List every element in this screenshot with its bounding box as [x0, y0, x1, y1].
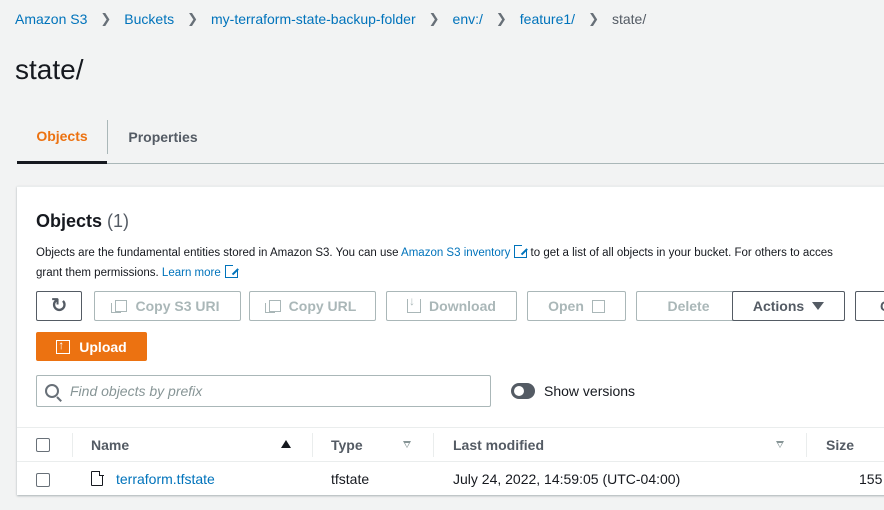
description-text: Objects are the fundamental entities sto… — [36, 247, 402, 259]
description-text-line2: grant them permissions. — [36, 267, 162, 279]
object-size: 155 — [859, 471, 883, 487]
object-type: tfstate — [331, 471, 370, 487]
breadcrumb-buckets[interactable]: Buckets — [124, 11, 174, 27]
download-icon — [407, 294, 422, 313]
external-link-icon — [514, 244, 529, 258]
upload-label: Upload — [79, 338, 127, 355]
delete-label: Delete — [667, 298, 710, 314]
objects-panel: Objects (1) Objects are the fundamental e… — [17, 186, 884, 495]
refresh-icon: ↻ — [50, 295, 68, 317]
create-folder-label: C — [880, 298, 884, 314]
column-divider — [433, 433, 434, 457]
row-checkbox[interactable] — [36, 473, 50, 487]
external-link-icon — [591, 299, 605, 313]
table-row: terraform.tfstate tfstate July 24, 2022,… — [17, 463, 884, 496]
chevron-right-icon: ❯ — [495, 11, 507, 26]
object-last-modified: July 24, 2022, 14:59:05 (UTC-04:00) — [453, 471, 681, 487]
upload-icon — [56, 338, 71, 354]
download-label: Download — [429, 298, 496, 314]
external-link-icon — [224, 264, 239, 278]
objects-panel-title: Objects (1) — [36, 211, 129, 232]
column-header-name[interactable]: Name — [91, 437, 129, 453]
chevron-right-icon: ❯ — [187, 11, 198, 26]
download-button[interactable]: Download — [386, 291, 517, 321]
delete-button[interactable]: Delete — [636, 291, 741, 321]
column-divider — [312, 433, 313, 457]
sort-ascending-icon[interactable] — [281, 440, 291, 448]
tab-bar: Objects Properties — [17, 111, 884, 164]
breadcrumb-current: state/ — [611, 11, 647, 27]
inventory-link[interactable]: Amazon S3 inventory — [401, 244, 529, 259]
show-versions-label: Show versions — [544, 383, 636, 399]
column-header-last-modified[interactable]: Last modified — [453, 437, 544, 453]
copy-s3-uri-button[interactable]: Copy S3 URI — [94, 291, 241, 321]
copy-url-label: Copy URL — [288, 298, 357, 314]
description-text-middle: to get a list of all objects in your buc… — [527, 247, 833, 259]
open-button[interactable]: Open — [527, 291, 626, 321]
sort-icon[interactable] — [403, 441, 412, 448]
refresh-button[interactable]: ↻ — [36, 291, 82, 321]
column-divider — [72, 433, 73, 457]
column-header-type[interactable]: Type — [331, 437, 363, 453]
copy-s3-uri-label: Copy S3 URI — [135, 298, 220, 314]
copy-icon — [264, 300, 281, 313]
table-header: Name Type Last modified Size — [17, 427, 884, 462]
show-versions-toggle[interactable] — [511, 383, 535, 399]
object-name-link[interactable]: terraform.tfstate — [116, 471, 215, 487]
objects-count: (1) — [107, 211, 130, 231]
chevron-right-icon: ❯ — [100, 11, 112, 26]
file-icon — [91, 470, 104, 486]
open-label: Open — [548, 298, 584, 314]
objects-title-text: Objects — [36, 211, 103, 231]
search-input[interactable] — [70, 383, 470, 399]
breadcrumb-feature1-folder[interactable]: feature1/ — [520, 11, 575, 27]
page-title: state/ — [15, 54, 84, 85]
breadcrumb: Amazon S3 ❯ Buckets ❯ my-terraform-state… — [15, 11, 646, 27]
caret-down-icon — [812, 302, 825, 310]
chevron-right-icon: ❯ — [428, 11, 440, 26]
upload-button[interactable]: Upload — [36, 332, 147, 361]
create-folder-button[interactable]: C — [855, 291, 884, 321]
breadcrumb-env-folder[interactable]: env:/ — [453, 11, 483, 27]
tab-objects[interactable]: Objects — [17, 111, 107, 164]
search-icon — [45, 384, 59, 398]
learn-more-link[interactable]: Learn more — [161, 264, 239, 279]
select-all-checkbox[interactable] — [36, 438, 50, 452]
objects-description: Objects are the fundamental entities sto… — [36, 243, 884, 283]
column-divider — [806, 433, 807, 457]
column-header-size[interactable]: Size — [826, 437, 854, 453]
breadcrumb-amazon-s3[interactable]: Amazon S3 — [15, 11, 87, 27]
inventory-link-label: Amazon S3 inventory — [401, 247, 511, 259]
actions-label: Actions — [752, 298, 805, 314]
copy-icon — [111, 300, 128, 313]
search-box — [36, 375, 491, 407]
learn-more-label: Learn more — [161, 267, 221, 279]
sort-icon[interactable] — [776, 441, 785, 448]
breadcrumb-bucket[interactable]: my-terraform-state-backup-folder — [211, 11, 416, 27]
actions-dropdown-button[interactable]: Actions — [732, 291, 845, 321]
tab-properties[interactable]: Properties — [108, 111, 218, 163]
copy-url-button[interactable]: Copy URL — [249, 291, 376, 321]
chevron-right-icon: ❯ — [588, 11, 599, 26]
